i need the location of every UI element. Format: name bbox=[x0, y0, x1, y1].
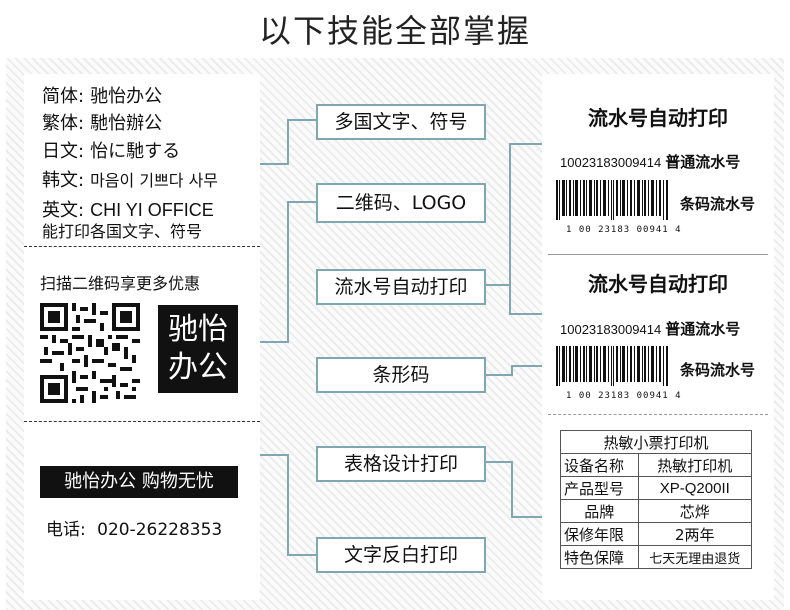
table-row: 品牌 芯烨 bbox=[560, 499, 753, 523]
lang-value: 怡に馳する bbox=[90, 141, 181, 162]
barcode-digits-2: 1 00 23183 00941 4 bbox=[566, 391, 682, 401]
slogan-banner: 驰怡办公 购物无忧 bbox=[40, 466, 238, 498]
feature-reverse-print[interactable]: 文字反白打印 bbox=[316, 537, 486, 573]
feature-multilang[interactable]: 多国文字、符号 bbox=[316, 104, 486, 140]
spec-table: 热敏小票打印机 设备名称 热敏打印机 产品型号 XP-Q200II 品牌 芯烨 … bbox=[560, 430, 753, 569]
lang-row-traditional: 繁体: 馳怡辦公 bbox=[42, 113, 162, 135]
lang-key: 韩文: bbox=[42, 170, 85, 191]
table-key: 特色保障 bbox=[560, 545, 639, 569]
table-value: 芯烨 bbox=[637, 499, 753, 523]
table-value: 热敏打印机 bbox=[637, 453, 753, 477]
table-value: 七天无理由退货 bbox=[637, 545, 753, 569]
barcode-digits-1: 1 00 23183 00941 4 bbox=[566, 225, 682, 235]
serial-label-1: 普通流水号 bbox=[665, 153, 741, 171]
brand-line-1: 驰怡 bbox=[168, 312, 228, 347]
barcode-label-2: 条码流水号 bbox=[680, 361, 756, 379]
lang-row-japanese: 日文: 怡に馳する bbox=[42, 141, 180, 163]
scan-prompt: 扫描二维码享更多优惠 bbox=[40, 274, 201, 293]
table-key: 保修年限 bbox=[560, 522, 639, 546]
table-row: 特色保障 七天无理由退货 bbox=[560, 545, 753, 569]
table-row: 设备名称 热敏打印机 bbox=[560, 453, 753, 477]
lang-value: 驰怡办公 bbox=[90, 86, 163, 107]
divider bbox=[548, 254, 768, 255]
lang-value: 馳怡辦公 bbox=[90, 113, 163, 134]
table-row: 保修年限 2两年 bbox=[560, 522, 753, 546]
brand-line-2: 办公 bbox=[168, 350, 228, 385]
serial-number-1: 10023183009414 bbox=[560, 155, 662, 170]
table-value: 2两年 bbox=[637, 522, 753, 546]
table-header-row: 热敏小票打印机 bbox=[560, 430, 752, 454]
dashed-divider bbox=[24, 421, 260, 422]
serial-title-2: 流水号自动打印 bbox=[588, 272, 728, 296]
serial-line-1: 10023183009414 普通流水号 bbox=[560, 151, 740, 172]
phone-label: 电话: bbox=[46, 520, 86, 540]
table-key: 设备名称 bbox=[560, 453, 639, 477]
barcode-label-1: 条码流水号 bbox=[680, 195, 756, 213]
lang-key: 简体: bbox=[42, 86, 85, 107]
lang-row-simplified: 简体: 驰怡办公 bbox=[42, 86, 162, 108]
lang-value: CHI YI OFFICE bbox=[90, 200, 214, 220]
table-value: XP-Q200II bbox=[637, 476, 753, 500]
table-row: 产品型号 XP-Q200II bbox=[560, 476, 753, 500]
phone-number[interactable]: 020-26228353 bbox=[97, 520, 222, 540]
divider bbox=[548, 414, 768, 415]
dashed-divider bbox=[24, 246, 260, 247]
qr-code-icon[interactable] bbox=[40, 303, 140, 403]
lang-value: 마음이 기쁘다 사무 bbox=[90, 171, 219, 190]
phone-line: 电话: 020-26228353 bbox=[46, 515, 222, 540]
feature-serial-print[interactable]: 流水号自动打印 bbox=[316, 269, 486, 305]
feature-table-print[interactable]: 表格设计打印 bbox=[316, 446, 486, 482]
lang-key: 英文: bbox=[42, 200, 85, 221]
lang-row-english: 英文: CHI YI OFFICE bbox=[42, 199, 214, 222]
feature-barcode[interactable]: 条形码 bbox=[316, 357, 486, 393]
brand-logo: 驰怡 办公 bbox=[158, 305, 238, 393]
lang-row-korean: 韩文: 마음이 기쁘다 사무 bbox=[42, 170, 218, 192]
serial-number-2: 10023183009414 bbox=[560, 322, 662, 337]
table-header: 热敏小票打印机 bbox=[560, 430, 752, 454]
table-key: 产品型号 bbox=[560, 476, 639, 500]
feature-qrcode-logo[interactable]: 二维码、LOGO bbox=[316, 183, 486, 223]
lang-key: 繁体: bbox=[42, 113, 85, 134]
barcode-1-icon bbox=[556, 180, 668, 220]
serial-title-1: 流水号自动打印 bbox=[588, 106, 728, 130]
serial-line-2: 10023183009414 普通流水号 bbox=[560, 318, 740, 339]
barcode-2-icon bbox=[556, 346, 668, 386]
lang-key: 日文: bbox=[42, 141, 85, 162]
table-key: 品牌 bbox=[560, 499, 639, 523]
serial-label-2: 普通流水号 bbox=[665, 320, 741, 338]
multilang-note: 能打印各国文字、符号 bbox=[42, 222, 203, 241]
